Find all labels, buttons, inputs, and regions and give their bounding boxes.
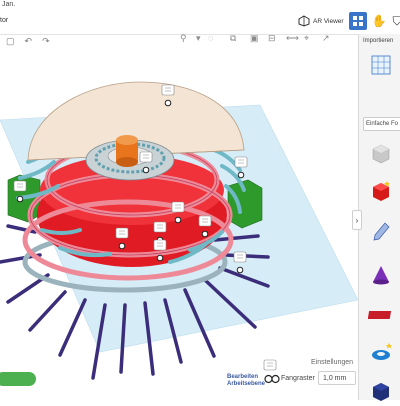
light-icon[interactable]: ◌ <box>208 33 213 43</box>
top-bar: Jan. tor AR Viewer ✋ ⛉ <box>0 0 400 35</box>
box-icon <box>373 181 390 201</box>
box-hole-icon <box>372 144 390 164</box>
hands-button[interactable]: ✋ <box>370 12 388 30</box>
workplane-edit-label[interactable]: Bearbeiten Arbeitsebene <box>227 374 265 388</box>
grid-icon <box>353 16 363 26</box>
document-name[interactable]: tor <box>0 17 8 24</box>
shape-workplane[interactable] <box>363 50 399 80</box>
account-button[interactable]: ⛉ <box>388 12 400 30</box>
align-icon[interactable]: ⊟ <box>268 33 276 44</box>
ungroup-icon[interactable]: ▣ <box>250 33 259 44</box>
text-shape-icon <box>368 311 392 319</box>
snap-grid-label: Fangraster <box>281 375 315 382</box>
dropdown-icon[interactable]: ▾ <box>196 33 201 44</box>
shape-text-tool[interactable] <box>363 216 399 246</box>
green-action-button[interactable] <box>0 372 36 386</box>
hand-icon: ✋ <box>371 14 387 28</box>
shape-box[interactable] <box>363 176 399 206</box>
workplane-edit-line1: Bearbeiten <box>227 374 259 380</box>
user-icon: ⛉ <box>392 13 400 28</box>
shape-cube-dark[interactable] <box>363 376 399 406</box>
shapes-panel: Importieren Einfache Fo <box>358 34 400 401</box>
pen-icon <box>373 222 390 241</box>
shape-text[interactable] <box>363 300 399 330</box>
scene-3d[interactable] <box>0 48 358 400</box>
design-canvas[interactable] <box>0 48 358 400</box>
grid-view-button[interactable] <box>349 12 367 30</box>
shape-category-select[interactable]: Einfache Fo <box>363 117 400 131</box>
mirror-icon[interactable]: ⟷ <box>286 33 299 44</box>
import-button[interactable]: Importieren <box>363 38 393 44</box>
ar-viewer-button[interactable]: AR Viewer <box>298 13 344 29</box>
cruise-icon[interactable]: ⌖ <box>304 33 309 44</box>
redo-icon[interactable]: ↷ <box>42 34 50 48</box>
group-icon[interactable]: ⧉ <box>230 33 236 44</box>
snap-grid-select[interactable]: 1,0 mm <box>318 371 356 385</box>
torus-icon <box>372 343 392 360</box>
ar-icon <box>298 15 310 27</box>
panel-collapse-button[interactable]: › <box>352 210 362 230</box>
shape-cone[interactable] <box>363 260 399 290</box>
ruler-icon[interactable]: ↗ <box>322 33 330 44</box>
shape-box-hole[interactable] <box>363 138 399 168</box>
undo-icon[interactable]: ↶ <box>25 34 33 48</box>
ar-viewer-label: AR Viewer <box>313 17 344 25</box>
settings-link[interactable]: Einstellungen <box>311 359 353 366</box>
cube-icon <box>373 383 389 401</box>
cone-icon <box>373 266 389 285</box>
snap-link-icon[interactable] <box>264 374 280 384</box>
workplane-edit-line2: Arbeitsebene <box>227 381 266 387</box>
window-title: Jan. <box>2 1 16 8</box>
chevron-right-icon: › <box>355 215 359 225</box>
new-shape-icon[interactable]: ▢ <box>6 34 15 48</box>
shape-torus[interactable] <box>363 338 399 368</box>
pin-icon[interactable]: ⚲ <box>180 33 187 44</box>
workplane-grid-icon <box>371 55 391 75</box>
